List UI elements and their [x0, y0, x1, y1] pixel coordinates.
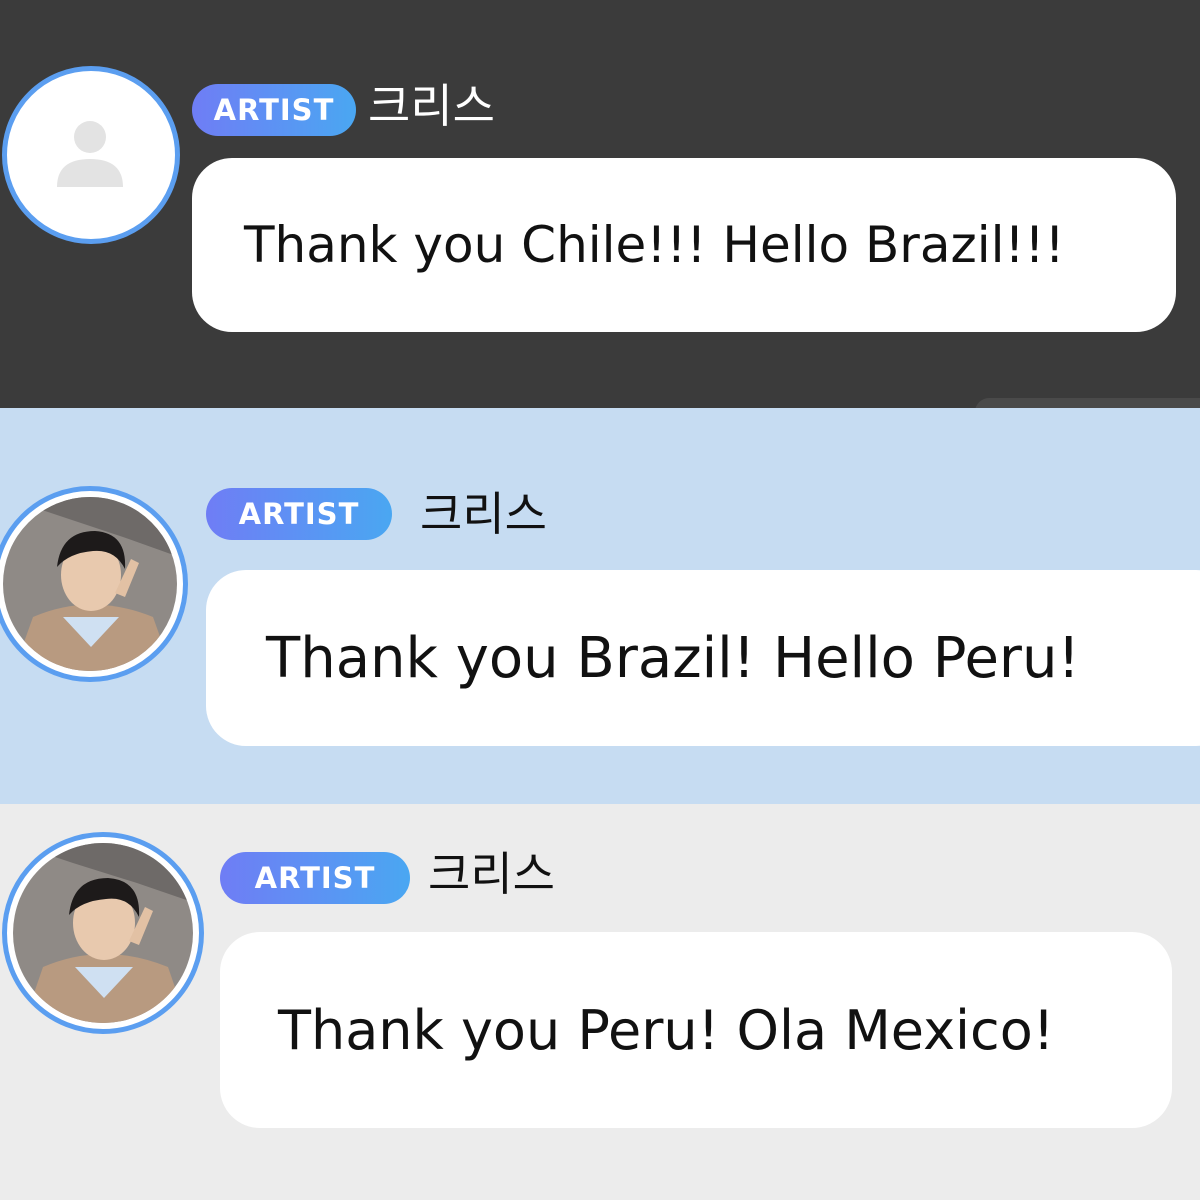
next-bubble-edge	[975, 398, 1200, 408]
avatar[interactable]	[2, 66, 180, 244]
artist-badge: ARTIST	[220, 852, 410, 904]
chat-panel-blue: ARTIST 크리스 Thank you Brazil! Hello Peru!	[0, 408, 1200, 804]
message-text: Thank you Chile!!! Hello Brazil!!!	[244, 216, 1065, 274]
message-text: Thank you Peru! Ola Mexico!	[278, 998, 1055, 1062]
sender-name[interactable]: 크리스	[368, 80, 495, 132]
default-person-icon	[13, 77, 169, 233]
chat-panel-light: ARTIST 크리스 Thank you Peru! Ola Mexico!	[0, 804, 1200, 1200]
artist-badge: ARTIST	[192, 84, 356, 136]
artist-badge: ARTIST	[206, 488, 392, 540]
message-bubble[interactable]: Thank you Brazil! Hello Peru!	[206, 570, 1200, 746]
profile-photo	[3, 497, 177, 671]
message-text: Thank you Brazil! Hello Peru!	[266, 625, 1080, 691]
avatar[interactable]	[0, 486, 188, 682]
avatar[interactable]	[2, 832, 204, 1034]
profile-photo	[13, 843, 193, 1023]
message-bubble[interactable]: Thank you Peru! Ola Mexico!	[220, 932, 1172, 1128]
chat-panel-dark: ARTIST 크리스 Thank you Chile!!! Hello Braz…	[0, 0, 1200, 408]
sender-name[interactable]: 크리스	[420, 488, 547, 540]
message-bubble[interactable]: Thank you Chile!!! Hello Brazil!!!	[192, 158, 1176, 332]
sender-name[interactable]: 크리스	[428, 848, 555, 900]
